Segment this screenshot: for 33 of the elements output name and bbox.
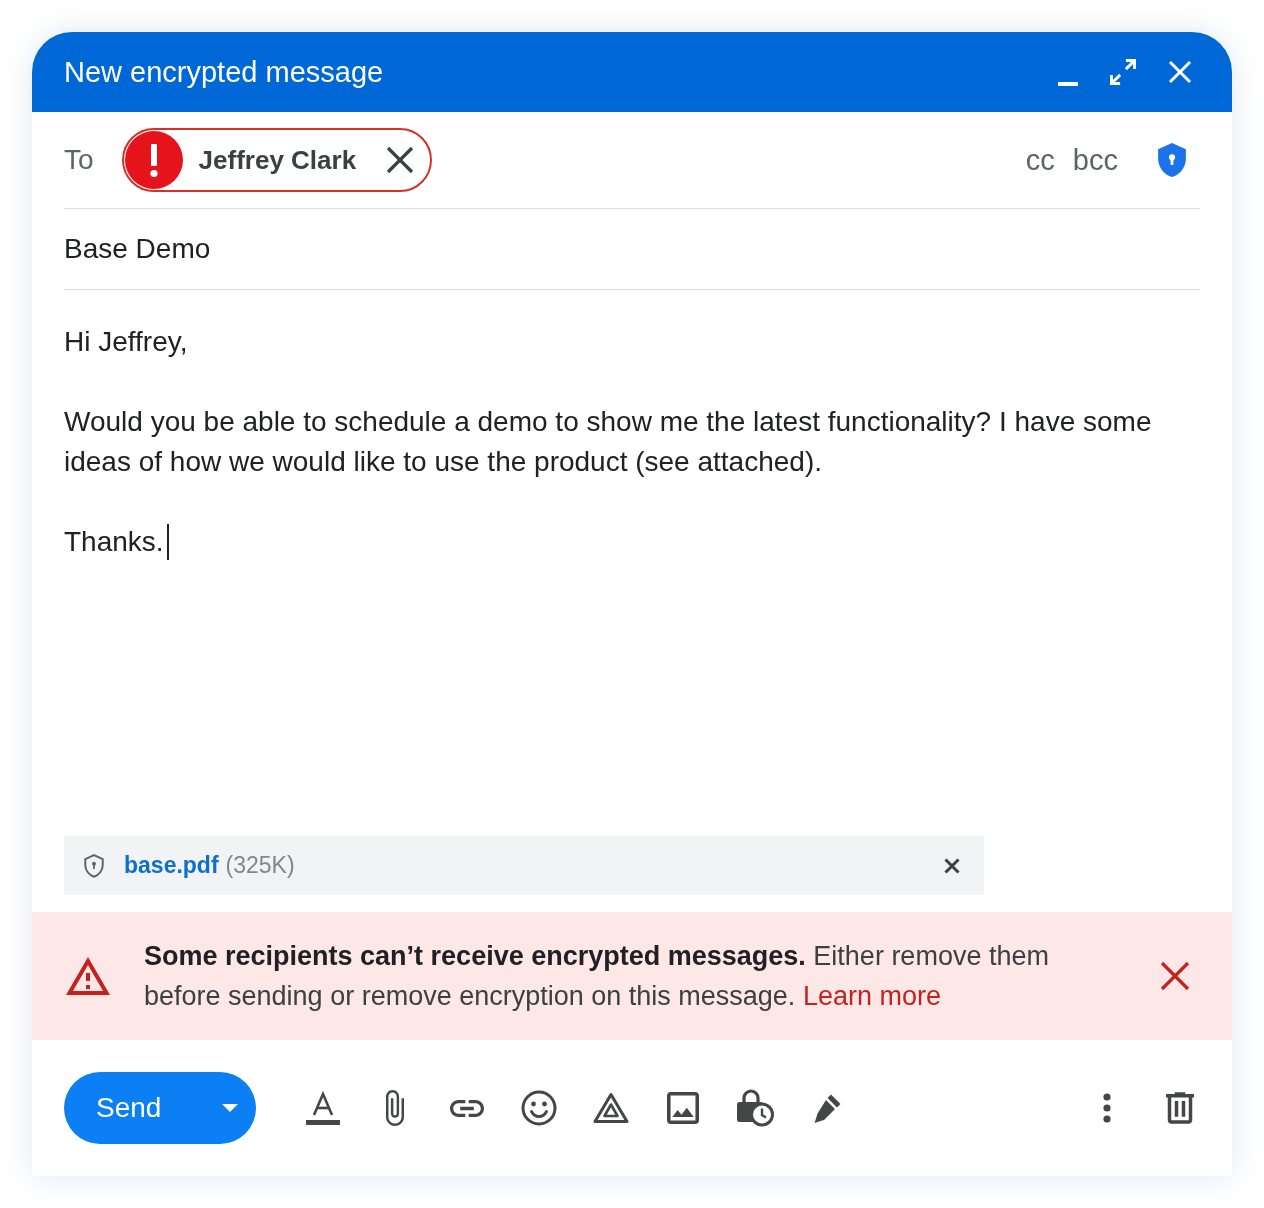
smiley-icon[interactable]	[521, 1090, 557, 1126]
body-text: Thanks.	[64, 525, 164, 559]
bcc-link[interactable]: bcc	[1072, 143, 1118, 177]
close-icon[interactable]	[1160, 961, 1190, 991]
body-text: Hi Jeffrey,	[64, 325, 188, 359]
link-icon[interactable]	[450, 1099, 484, 1117]
body-field[interactable]: Hi Jeffrey, Would you be able to schedule a demo to show me the latest functionality? I have some ideas of how we would like to use the product (see attached). Thanks.	[64, 290, 1200, 836]
shield-icon[interactable]	[1158, 143, 1186, 177]
warning-message: Some recipients can’t receive encrypted messages. Either remove them before sending or remove encryption on this message. Learn more	[144, 940, 1050, 1013]
subject-field[interactable]: Base Demo	[64, 209, 1200, 290]
window-title: New encrypted message	[64, 55, 385, 89]
attachment-link[interactable]: base.pdf	[124, 852, 219, 879]
image-icon[interactable]	[667, 1092, 699, 1124]
paperclip-icon[interactable]	[386, 1090, 404, 1126]
more-icon[interactable]	[1103, 1093, 1111, 1123]
warning-icon	[66, 957, 110, 995]
expand-icon[interactable]	[1110, 59, 1136, 85]
alert-icon	[124, 131, 183, 189]
trash-icon[interactable]	[1166, 1092, 1194, 1124]
caret-icon	[222, 1104, 238, 1112]
recipient-chip[interactable]: Jeffrey Clark	[121, 128, 433, 192]
body-text: Would you be able to schedule a demo to show me the latest functionality? I have some ideas of how we would like to use the product (see attached).	[64, 405, 1153, 479]
text-format-icon[interactable]	[305, 1090, 341, 1126]
cc-link[interactable]: cc	[1025, 143, 1055, 177]
learn-more-link[interactable]: Learn more	[802, 981, 941, 1011]
to-label: To	[64, 144, 94, 176]
attachment-size: (325K)	[225, 852, 296, 879]
close-icon[interactable]	[386, 146, 415, 174]
shield-icon	[84, 853, 104, 878]
send-button[interactable]: Send	[64, 1072, 256, 1144]
lock-clock-icon[interactable]	[736, 1089, 774, 1127]
close-icon[interactable]	[944, 857, 960, 874]
triangle-icon[interactable]	[593, 1092, 629, 1124]
